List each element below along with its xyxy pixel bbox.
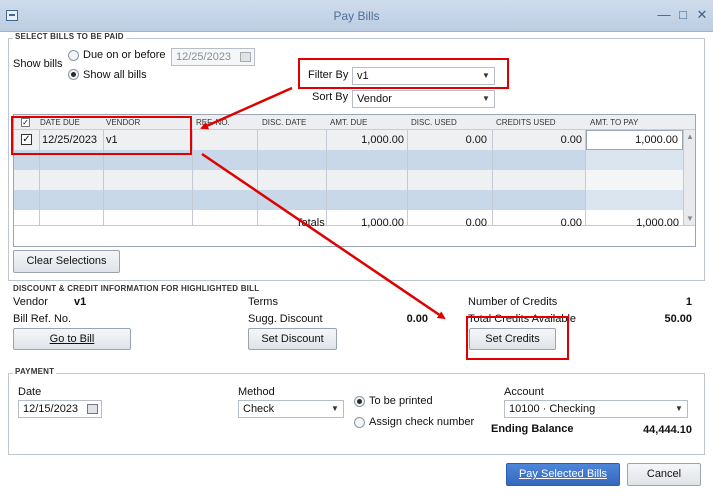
annotation-arrows — [200, 86, 446, 320]
arrow-filter-to-row — [200, 86, 293, 130]
arrow-row-to-set-credits — [201, 152, 446, 320]
